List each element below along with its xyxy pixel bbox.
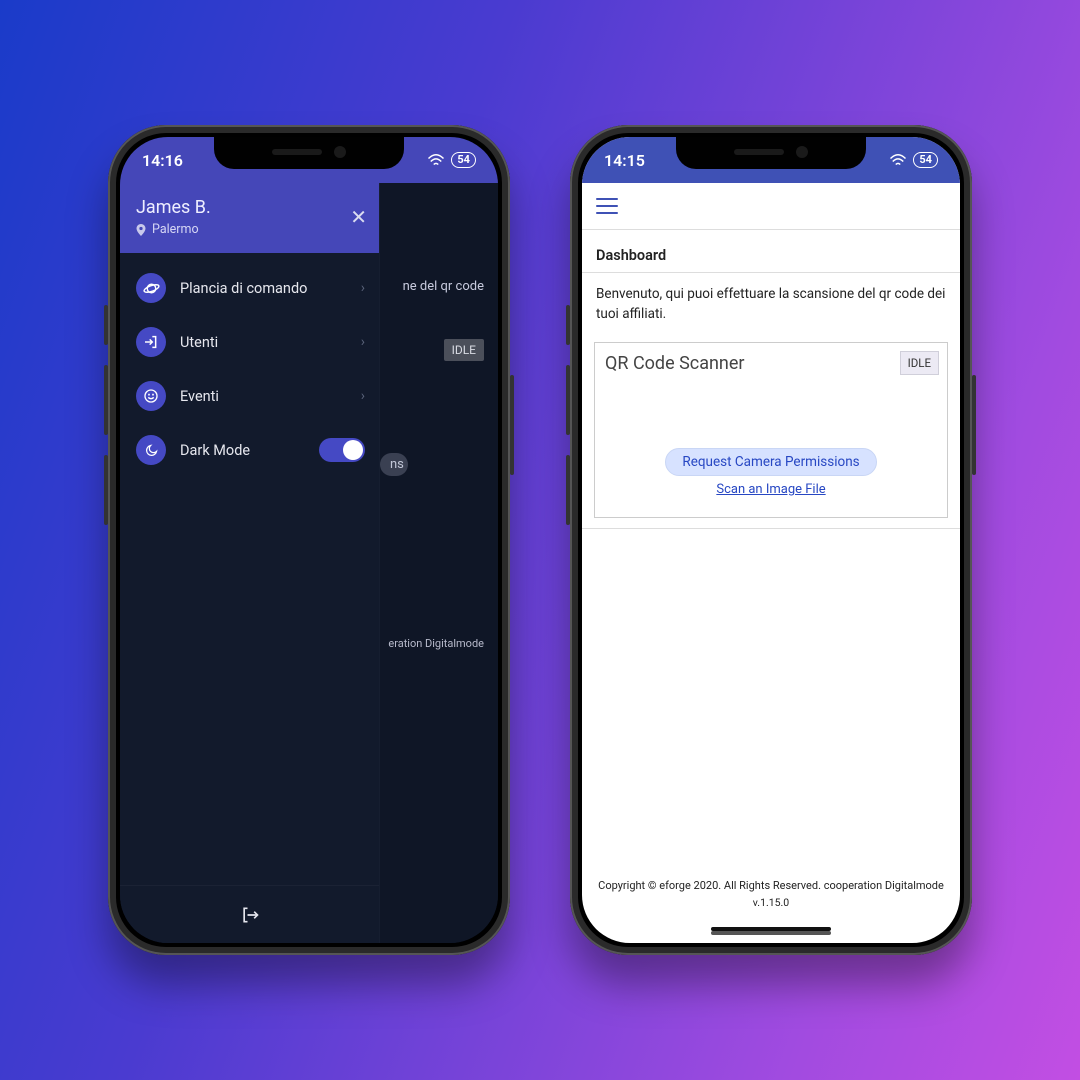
menu-item-darkmode[interactable]: Dark Mode — [126, 423, 373, 477]
hamburger-icon[interactable] — [596, 198, 618, 214]
page-title: Dashboard — [582, 239, 960, 273]
moon-icon — [136, 435, 166, 465]
drawer-header: James B. Palermo ✕ — [120, 183, 379, 253]
menu-label: Eventi — [180, 388, 219, 405]
phone-light-dashboard: 14:15 54 Dashboard Benvenuto, qui puoi e… — [570, 125, 972, 955]
app-bar — [582, 183, 960, 229]
location-text: Palermo — [152, 222, 199, 237]
bg-footer-snippet: eration Digitalmode — [388, 637, 484, 650]
bg-text-snippet: ne del qr code — [403, 279, 484, 294]
request-permissions-button[interactable]: Request Camera Permissions — [665, 448, 876, 476]
logout-icon — [240, 905, 260, 925]
chevron-right-icon: › — [361, 334, 365, 350]
logout-small-icon — [136, 327, 166, 357]
wifi-icon — [427, 153, 445, 167]
menu-label: Dark Mode — [180, 442, 250, 459]
welcome-text: Benvenuto, qui puoi effettuare la scansi… — [582, 273, 960, 336]
smile-icon — [136, 381, 166, 411]
wifi-icon — [889, 153, 907, 167]
idle-badge: IDLE — [900, 351, 939, 375]
drawer-menu: Plancia di comando › Utenti › Eventi › — [120, 253, 379, 485]
phone-dark-drawer: 14:16 54 ne del qr code IDLE ns eration … — [108, 125, 510, 955]
menu-label: Plancia di comando — [180, 280, 307, 297]
chevron-right-icon: › — [361, 388, 365, 404]
qr-scanner-card: QR Code Scanner IDLE Request Camera Perm… — [594, 342, 948, 518]
planet-icon — [136, 273, 166, 303]
nav-drawer: James B. Palermo ✕ Plancia di comando › — [120, 183, 380, 943]
menu-item-users[interactable]: Utenti › — [126, 315, 373, 369]
menu-item-events[interactable]: Eventi › — [126, 369, 373, 423]
scan-image-link[interactable]: Scan an Image File — [716, 482, 825, 497]
copyright-text: Copyright © eforge 2020. All Rights Rese… — [582, 879, 960, 892]
notch — [676, 137, 866, 169]
bg-pill: ns — [380, 453, 408, 476]
footer: Copyright © eforge 2020. All Rights Rese… — [582, 879, 960, 909]
darkmode-toggle[interactable] — [319, 438, 365, 462]
logout-button[interactable] — [120, 885, 379, 943]
home-indicator — [711, 927, 831, 931]
version-text: v.1.15.0 — [582, 896, 960, 909]
user-location: Palermo — [136, 222, 363, 237]
status-time: 14:16 — [142, 151, 183, 170]
close-icon[interactable]: ✕ — [350, 205, 367, 229]
divider — [582, 528, 960, 529]
main-content: Dashboard Benvenuto, qui puoi effettuare… — [582, 229, 960, 539]
battery-badge: 54 — [451, 152, 476, 168]
menu-label: Utenti — [180, 334, 218, 351]
card-title: QR Code Scanner — [605, 353, 937, 374]
chevron-right-icon: › — [361, 280, 365, 296]
pin-icon — [136, 224, 146, 236]
menu-item-dashboard[interactable]: Plancia di comando › — [126, 261, 373, 315]
battery-badge: 54 — [913, 152, 938, 168]
bg-idle-badge: IDLE — [444, 339, 484, 361]
username: James B. — [136, 197, 363, 218]
notch — [214, 137, 404, 169]
status-time: 14:15 — [604, 151, 645, 170]
